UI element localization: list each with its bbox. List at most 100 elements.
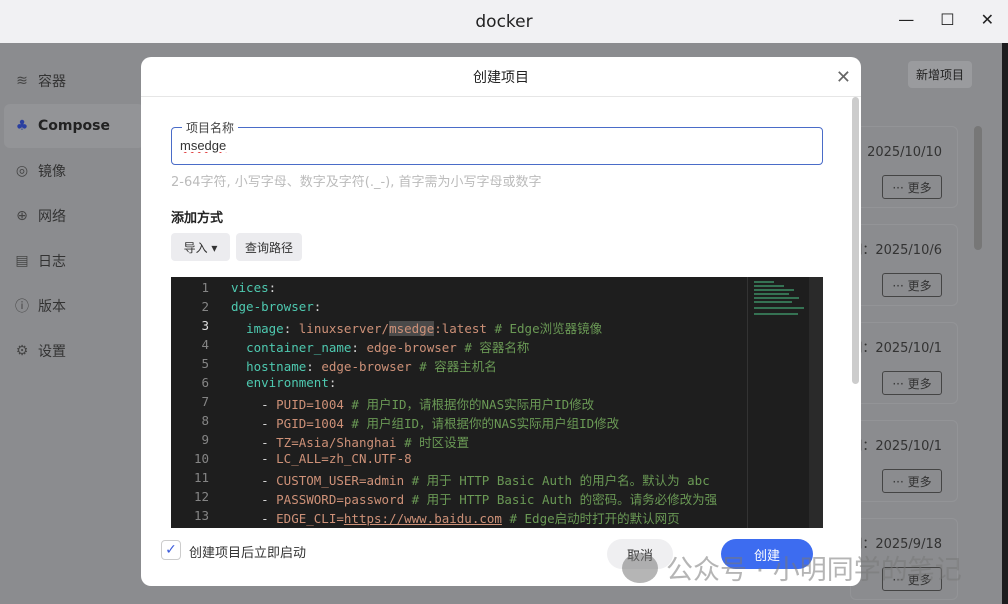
sidebar-item-3[interactable]: ⊕ 网络	[4, 194, 144, 238]
gear-icon: ⚙	[15, 343, 29, 359]
created-date: 间：2025/10/6	[849, 243, 942, 258]
main-scrollbar[interactable]	[974, 126, 982, 250]
created-date: 间：2025/10/1	[849, 439, 942, 454]
sidebar-item-5[interactable]: ⓘ 版本	[4, 284, 144, 328]
code-line: - PGID=1004 # 用户组ID，请根据你的NAS实际用户组ID修改	[231, 413, 619, 432]
editor-minimap[interactable]	[747, 277, 809, 528]
code-token: :	[351, 340, 367, 355]
code-token: :	[283, 321, 299, 336]
line-number: 13	[193, 508, 209, 523]
code-token: CUSTOM_USER=admin	[276, 473, 412, 488]
code-token: https://www.baidu.com	[343, 511, 502, 526]
code-token: -	[231, 511, 277, 526]
sidebar-item-label: 设置	[38, 344, 66, 360]
project-name-input[interactable]	[180, 138, 780, 153]
more-button[interactable]: ··· 更多	[882, 273, 942, 297]
code-token: LC_ALL=zh_CN.UTF-8	[276, 451, 412, 466]
code-line: - TZ=Asia/Shanghai # 时区设置	[231, 432, 469, 451]
autostart-checkbox[interactable]: ✓	[161, 540, 181, 560]
line-number: 10	[193, 451, 209, 466]
project-card: 间：2025/10/1 ··· 更多	[849, 322, 958, 404]
code-token: vices	[231, 280, 269, 295]
code-line: image: linuxserver/msedge:latest # Edge浏…	[231, 318, 602, 337]
code-line: - EDGE_CLI=https://www.baidu.com # Edge启…	[231, 508, 680, 527]
watermark-text: 公众号 · 小明同学的笔记	[666, 555, 962, 586]
more-button[interactable]: ··· 更多	[882, 175, 942, 199]
code-token: msedge	[389, 321, 435, 336]
compose-icon: ♣	[15, 118, 29, 134]
code-token: TZ=Asia/Shanghai	[276, 435, 405, 450]
line-number: 8	[201, 413, 209, 428]
sidebar-item-0[interactable]: ≋ 容器	[4, 59, 144, 103]
code-token: PUID=1004	[276, 397, 352, 412]
code-token: edge-browser	[321, 359, 420, 374]
code-line: vices:	[231, 280, 276, 295]
code-token: PASSWORD=password	[276, 492, 412, 507]
maximize-button[interactable]: ☐	[940, 10, 954, 29]
code-token: container_name	[246, 340, 352, 355]
info-icon: ⓘ	[15, 299, 29, 315]
sidebar-item-label: 日志	[38, 254, 66, 270]
sidebar-item-6[interactable]: ⚙ 设置	[4, 329, 144, 373]
log-icon: ▤	[15, 253, 29, 269]
import-dropdown[interactable]: 导入 ▾	[171, 233, 230, 261]
minimize-button[interactable]: —	[898, 10, 914, 29]
code-token: image	[246, 321, 284, 336]
sidebar-item-label: 镜像	[38, 164, 66, 180]
project-name-field[interactable]: 项目名称	[171, 119, 823, 165]
line-number: 9	[201, 432, 209, 447]
more-button[interactable]: ··· 更多	[882, 469, 942, 493]
window-title: docker	[475, 11, 533, 32]
code-token: linuxserver/	[298, 321, 390, 336]
code-token: edge-browser	[366, 340, 465, 355]
code-line: container_name: edge-browser # 容器名称	[231, 337, 529, 356]
editor-scrollbar[interactable]	[809, 277, 823, 528]
sidebar-item-2[interactable]: ◎ 镜像	[4, 149, 144, 193]
close-icon[interactable]: ✕	[836, 67, 851, 88]
code-token: PGID=1004	[276, 416, 352, 431]
line-number: 1	[201, 280, 209, 295]
code-token: # 用户ID，请根据你的NAS实际用户ID修改	[351, 397, 595, 412]
code-token: # 容器主机名	[419, 359, 497, 374]
line-number: 5	[201, 356, 209, 371]
new-project-button[interactable]: 新增项目	[908, 61, 972, 88]
code-token: dge-browser	[231, 299, 314, 314]
code-token: # 用于 HTTP Basic Auth 的密码。请务必修改为强	[411, 492, 718, 507]
sidebar-item-label: 容器	[38, 74, 66, 90]
more-button[interactable]: ··· 更多	[882, 371, 942, 395]
code-token: hostname	[246, 359, 307, 374]
title-bar: docker — ☐ ✕	[0, 0, 1008, 43]
code-token: # Edge浏览器镜像	[494, 321, 603, 336]
compose-editor[interactable]: 1 vices: 2 dge-browser: 3 image: linuxserver…	[171, 277, 823, 528]
code-token: -	[231, 416, 277, 431]
project-card: 间：2025/10/1 ··· 更多	[849, 420, 958, 502]
line-number: 2	[201, 299, 209, 314]
wechat-icon	[622, 552, 658, 583]
line-number: 4	[201, 337, 209, 352]
code-line: environment:	[231, 375, 336, 390]
code-token: :	[328, 375, 337, 390]
code-token: :	[268, 280, 277, 295]
code-token: :	[313, 299, 322, 314]
code-line: hostname: edge-browser # 容器主机名	[231, 356, 497, 375]
code-line: - PUID=1004 # 用户ID，请根据你的NAS实际用户ID修改	[231, 394, 594, 413]
layers-icon: ≋	[16, 73, 28, 89]
code-token: -	[231, 473, 277, 488]
query-path-button[interactable]: 查询路径	[236, 233, 302, 261]
close-window-button[interactable]: ✕	[981, 10, 994, 29]
sidebar-item-4[interactable]: ▤ 日志	[4, 239, 144, 283]
line-number: 11	[193, 470, 209, 485]
code-token: EDGE_CLI=	[276, 511, 344, 526]
sidebar-item-1[interactable]: ♣ Compose	[4, 104, 144, 148]
code-token: # 容器名称	[464, 340, 530, 355]
sidebar-item-label: Compose	[38, 118, 110, 134]
created-date: 间：2025/10/1	[849, 341, 942, 356]
dialog-scrollbar[interactable]	[852, 97, 859, 384]
code-token: -	[231, 397, 277, 412]
code-token: # Edge启动时打开的默认网页	[501, 511, 680, 526]
code-token: environment	[246, 375, 329, 390]
line-number: 6	[201, 375, 209, 390]
